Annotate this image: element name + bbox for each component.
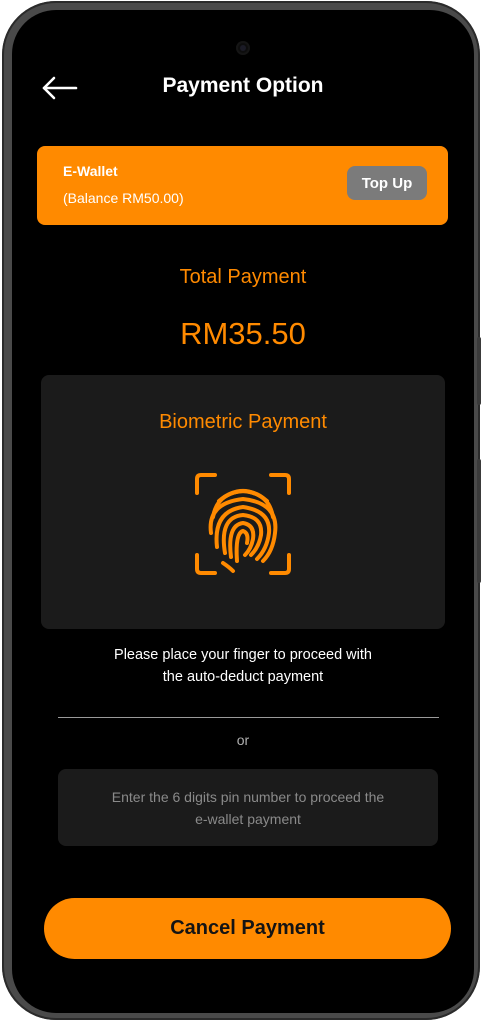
fingerprint-scan-icon (195, 473, 291, 575)
total-payment-amount: RM35.50 (180, 316, 306, 351)
pin-placeholder-line-1: Enter the 6 digits pin number to proceed… (111, 788, 385, 805)
phone-frame: Payment Option E-Wallet (Balance RM50.00… (2, 1, 481, 1020)
top-up-button[interactable]: Top Up (347, 166, 427, 200)
wallet-card: E-Wallet (Balance RM50.00) Top Up (37, 146, 448, 225)
divider (58, 717, 439, 718)
biometric-card[interactable]: Biometric Payment (41, 375, 445, 629)
front-camera (236, 41, 250, 55)
instruction-line-2: the auto-deduct payment (162, 669, 324, 685)
pin-placeholder-line-2: e-wallet payment (195, 810, 301, 827)
wallet-balance: (Balance RM50.00) (63, 190, 184, 206)
header: Payment Option (12, 70, 474, 106)
wallet-title: E-Wallet (63, 163, 118, 179)
pin-input[interactable]: Enter the 6 digits pin number to proceed… (58, 769, 438, 846)
or-separator: or (236, 732, 250, 748)
total-payment-label: Total Payment (179, 266, 307, 288)
volume-button (477, 337, 481, 405)
biometric-instruction: Please place your finger to proceed with… (52, 644, 434, 688)
screen: Payment Option E-Wallet (Balance RM50.00… (12, 10, 474, 1013)
page-title: Payment Option (162, 74, 324, 97)
power-button (477, 459, 481, 583)
instruction-line-1: Please place your finger to proceed with (114, 647, 372, 663)
cancel-payment-button[interactable]: Cancel Payment (44, 898, 451, 959)
biometric-title: Biometric Payment (159, 411, 327, 433)
